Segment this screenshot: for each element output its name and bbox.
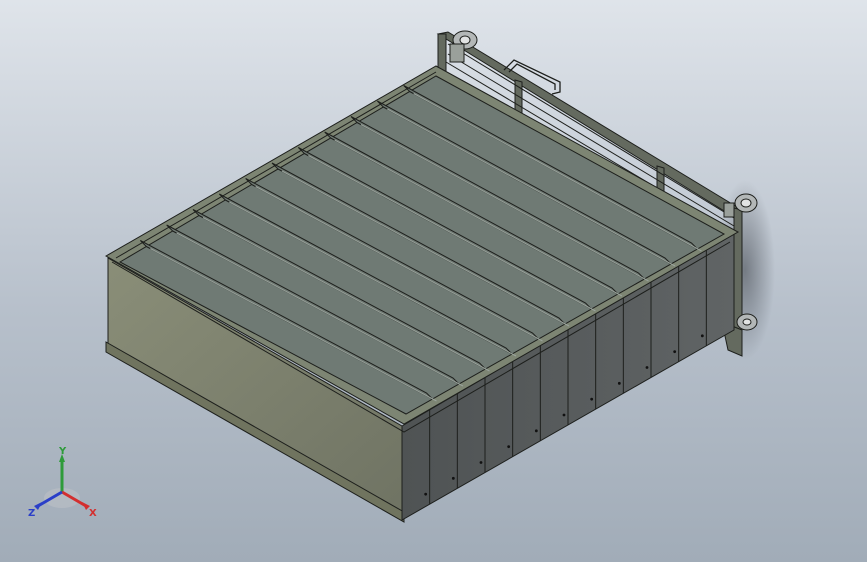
model-view[interactable]: Y X Z <box>0 0 867 562</box>
rivet <box>451 476 455 480</box>
cad-graphics-viewport[interactable]: Y X Z <box>0 0 867 562</box>
rivet <box>424 492 428 496</box>
rivet <box>507 445 511 449</box>
rivet <box>645 366 649 369</box>
caster-wheel <box>736 313 758 331</box>
y-axis-label: Y <box>58 446 67 457</box>
rivet <box>590 397 594 401</box>
rivet <box>700 334 704 338</box>
rivet <box>479 461 483 464</box>
z-axis-label: Z <box>28 508 35 519</box>
caster-wheel <box>449 30 478 63</box>
axis-triad[interactable]: Y X Z <box>28 446 97 519</box>
rivet <box>673 350 677 354</box>
x-axis-label: X <box>89 508 97 519</box>
rivet <box>617 381 621 385</box>
rivet <box>562 413 566 417</box>
rivet <box>534 429 538 433</box>
